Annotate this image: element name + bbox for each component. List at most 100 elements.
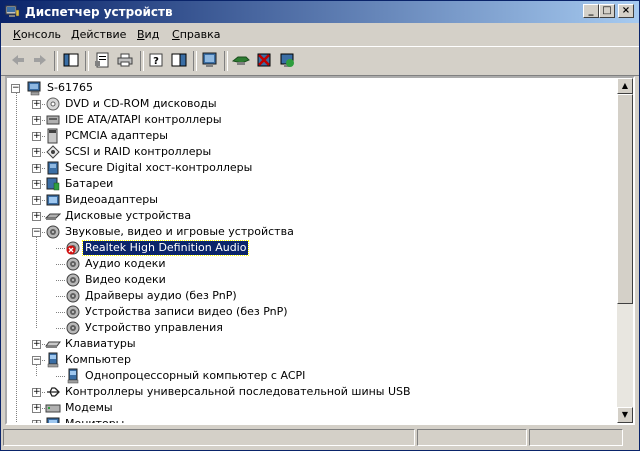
- tree-node-label[interactable]: Компьютер: [63, 353, 133, 367]
- sound-icon: [66, 273, 80, 287]
- tree-node-label[interactable]: Устройство управления: [83, 321, 225, 335]
- title-bar[interactable]: Диспетчер устройств _ □ ×: [1, 1, 639, 23]
- forward-arrow-icon[interactable]: [31, 51, 49, 69]
- expand-icon[interactable]: +: [32, 420, 41, 423]
- device-manager-app-icon: [5, 5, 20, 17]
- tree-device-row[interactable]: Устройство управления: [7, 320, 617, 336]
- scroll-thumb[interactable]: [617, 94, 633, 304]
- toolbar: ?: [1, 46, 639, 76]
- tree-node-label[interactable]: Батареи: [63, 177, 115, 191]
- tree-category-row[interactable]: + Дисковые устройства: [7, 208, 617, 224]
- properties-icon[interactable]: [93, 51, 111, 69]
- tree-connector: [36, 236, 37, 328]
- menu-help[interactable]: Справка: [172, 28, 220, 41]
- show-hide-tree-icon[interactable]: [62, 51, 80, 69]
- tree-node-label[interactable]: DVD и CD-ROM дисководы: [63, 97, 219, 111]
- tree-device-row[interactable]: Аудио кодеки: [7, 256, 617, 272]
- expand-icon[interactable]: +: [32, 212, 41, 221]
- tree-node-label[interactable]: Драйверы аудио (без PnP): [83, 289, 239, 303]
- toolbar-separator: [54, 51, 58, 71]
- pcmcia-icon: [47, 128, 58, 144]
- menu-console[interactable]: Консоль: [13, 28, 61, 41]
- expand-icon[interactable]: +: [32, 404, 41, 413]
- scroll-up-button[interactable]: ▲: [617, 78, 633, 94]
- tree-category-row[interactable]: + Мониторы: [7, 416, 617, 423]
- status-pane-2: [417, 429, 527, 446]
- tree-category-row[interactable]: + Secure Digital хост-контроллеры: [7, 160, 617, 176]
- tree-category-row[interactable]: − Компьютер: [7, 352, 617, 368]
- close-button[interactable]: ×: [618, 4, 634, 18]
- expand-icon[interactable]: +: [32, 196, 41, 205]
- keyboard-icon: [45, 341, 61, 348]
- tree-node-label[interactable]: Звуковые, видео и игровые устройства: [63, 225, 296, 239]
- expand-icon[interactable]: +: [32, 100, 41, 109]
- menu-view[interactable]: Вид: [137, 28, 159, 41]
- vertical-scrollbar[interactable]: ▲ ▼: [617, 78, 633, 423]
- battery-icon: [46, 177, 60, 191]
- tree-node-label[interactable]: Однопроцессорный компьютер с ACPI: [83, 369, 307, 383]
- tree-device-row[interactable]: Однопроцессорный компьютер с ACPI: [7, 368, 617, 384]
- tree-node-label[interactable]: Secure Digital хост-контроллеры: [63, 161, 254, 175]
- menu-bar: Консоль Действие Вид Справка: [1, 25, 639, 45]
- tree-category-row[interactable]: + Видеоадаптеры: [7, 192, 617, 208]
- tree-node-label[interactable]: Контроллеры универсальной последовательн…: [63, 385, 413, 399]
- tree-node-label[interactable]: Модемы: [63, 401, 115, 415]
- tree-category-row[interactable]: + Батареи: [7, 176, 617, 192]
- tree-category-row[interactable]: + IDE ATA/ATAPI контроллеры: [7, 112, 617, 128]
- expand-icon[interactable]: +: [32, 388, 41, 397]
- update-driver-icon[interactable]: [232, 51, 250, 69]
- sd-icon: [47, 161, 59, 175]
- tree-node-label[interactable]: Видеоадаптеры: [63, 193, 160, 207]
- uninstall-icon[interactable]: [255, 51, 273, 69]
- tree-category-row[interactable]: − Звуковые, видео и игровые устройства: [7, 224, 617, 240]
- tree-category-row[interactable]: + Клавиатуры: [7, 336, 617, 352]
- toolbar-separator: [224, 51, 228, 71]
- tree-category-row[interactable]: + Контроллеры универсальной последователь…: [7, 384, 617, 400]
- maximize-button[interactable]: □: [599, 4, 615, 18]
- tree-category-row[interactable]: + Модемы: [7, 400, 617, 416]
- enable-device-icon[interactable]: [278, 51, 296, 69]
- expand-icon[interactable]: +: [32, 180, 41, 189]
- tree-node-label[interactable]: IDE ATA/ATAPI контроллеры: [63, 113, 224, 127]
- tree-node-label[interactable]: Realtek High Definition Audio: [81, 240, 250, 256]
- tree-node-label[interactable]: SCSI и RAID контроллеры: [63, 145, 213, 159]
- tree-root-computer-row[interactable]: − S-61765: [7, 80, 617, 96]
- print-icon[interactable]: [116, 51, 134, 69]
- toolbar-separator: [85, 51, 89, 71]
- tree-node-label[interactable]: S-61765: [45, 81, 95, 95]
- pc-icon: [47, 352, 59, 368]
- help-icon[interactable]: ?: [147, 51, 165, 69]
- expand-icon[interactable]: +: [32, 340, 41, 349]
- tree-node-label[interactable]: Аудио кодеки: [83, 257, 168, 271]
- tree-node-label[interactable]: Клавиатуры: [63, 337, 138, 351]
- back-arrow-icon[interactable]: [9, 51, 27, 69]
- scan-hardware-icon[interactable]: [201, 51, 219, 69]
- tree-category-row[interactable]: + PCMCIA адаптеры: [7, 128, 617, 144]
- tree-node-label[interactable]: Устройства записи видео (без PnP): [83, 305, 290, 319]
- computer-icon: [27, 81, 41, 96]
- expand-icon[interactable]: +: [32, 132, 41, 141]
- tree-category-row[interactable]: + DVD и CD-ROM дисководы: [7, 96, 617, 112]
- tree-node-label[interactable]: Мониторы: [63, 417, 126, 423]
- menu-action[interactable]: Действие: [71, 28, 126, 41]
- tree-device-row[interactable]: Устройства записи видео (без PnP): [7, 304, 617, 320]
- tree-device-row[interactable]: Драйверы аудио (без PnP): [7, 288, 617, 304]
- modem-icon: [45, 404, 61, 413]
- expand-icon[interactable]: +: [32, 164, 41, 173]
- tree-node-label[interactable]: PCMCIA адаптеры: [63, 129, 170, 143]
- tree-node-label[interactable]: Дисковые устройства: [63, 209, 193, 223]
- scroll-down-button[interactable]: ▼: [617, 407, 633, 423]
- usb-icon: [47, 387, 60, 397]
- sound-error-icon: [66, 241, 80, 255]
- tree-device-row[interactable]: Realtek High Definition Audio: [7, 240, 617, 256]
- status-pane-3: [529, 429, 623, 446]
- tree-category-row[interactable]: + SCSI и RAID контроллеры: [7, 144, 617, 160]
- minimize-button[interactable]: _: [583, 4, 599, 18]
- view-icon[interactable]: [170, 51, 188, 69]
- tree-device-row[interactable]: Видео кодеки: [7, 272, 617, 288]
- expand-icon[interactable]: +: [32, 148, 41, 157]
- tree-node-label[interactable]: Видео кодеки: [83, 273, 168, 287]
- expand-icon[interactable]: +: [32, 116, 41, 125]
- sound-icon: [66, 321, 80, 335]
- device-tree[interactable]: ▲ ▼ − S-61765 + DVD и CD-ROM дисководы + IDE …: [5, 76, 635, 425]
